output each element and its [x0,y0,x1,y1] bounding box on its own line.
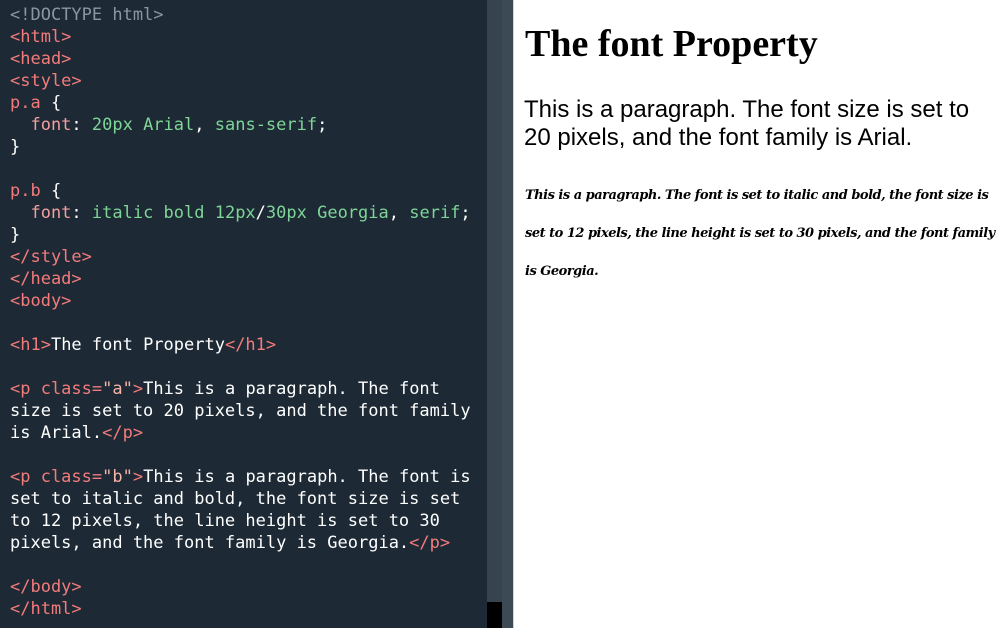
code-token: pixels, and the font family is Georgia. [10,533,410,553]
code-line[interactable]: size is set to 20 pixels, and the font f… [10,400,471,422]
code-token: ; [460,203,471,223]
code-token: set to italic and bold, the font size is… [10,489,461,509]
code-token: "a" [102,379,133,399]
code-line[interactable]: <p class="a">This is a paragraph. The fo… [10,378,471,400]
code-token: { [40,93,62,113]
code-token: font [10,203,72,223]
code-token: 20px Arial [91,115,195,135]
code-token: p.b [10,181,41,201]
code-line[interactable]: <body> [10,290,471,312]
code-token: "b" [102,467,133,487]
code-token: </head> [10,269,82,289]
code-token: </p> [102,423,144,443]
code-token: </h1> [224,335,277,355]
code-line[interactable]: </style> [10,246,471,268]
code-token: / [255,203,266,223]
code-token: This is a paragraph. The font [143,379,440,399]
code-line[interactable]: font: 20px Arial, sans-serif; [10,114,471,136]
code-token: </body> [10,577,82,597]
scrollbar-thumb[interactable] [487,602,502,628]
code-token: sans-serif [214,115,318,135]
code-line[interactable] [10,554,471,576]
code-token: > [132,467,144,487]
code-token: <p class= [10,379,103,399]
editor-scrollbar[interactable] [487,0,502,628]
code-line[interactable]: </head> [10,268,471,290]
code-line[interactable]: font: italic bold 12px/30px Georgia, ser… [10,202,471,224]
code-line[interactable] [10,444,471,466]
code-token: , [388,203,410,223]
code-line[interactable]: </html> [10,598,471,620]
code-line[interactable]: <head> [10,48,471,70]
code-token: </html> [10,599,82,619]
code-token: <html> [10,27,72,47]
code-token: is Arial. [10,423,103,443]
code-token: <style> [10,71,82,91]
code-token: } [10,225,21,245]
code-line[interactable]: </body> [10,576,471,598]
code-line[interactable] [10,312,471,334]
code-text[interactable]: <!DOCTYPE html> <html> <head> <style> p.a { … [10,4,471,620]
code-token: > [132,379,144,399]
code-token: </p> [409,533,451,553]
code-token: <body> [10,291,72,311]
code-line[interactable]: <!DOCTYPE html> [10,4,471,26]
preview-paragraph-b: This is a paragraph. The font is set to … [525,188,995,279]
code-token: , [194,115,215,135]
code-line[interactable]: p.a { [10,92,471,114]
code-token: } [10,137,21,157]
code-token: <p class= [10,467,103,487]
code-line[interactable]: <html> [10,26,471,48]
code-token: p.a [10,93,41,113]
code-line[interactable]: } [10,224,471,246]
code-line[interactable]: <p class="b">This is a paragraph. The fo… [10,466,471,488]
code-token: { [40,181,62,201]
code-line[interactable]: <h1>The font Property</h1> [10,334,471,356]
result-preview: The font Property This is a paragraph. T… [514,0,1007,628]
code-line[interactable] [10,356,471,378]
code-token: to 12 pixels, the line height is set to … [10,511,440,531]
pane-divider[interactable] [502,0,513,628]
code-token: serif [409,203,461,223]
code-token: This is a paragraph. The font is [143,467,471,487]
code-line[interactable]: set to italic and bold, the font size is… [10,488,471,510]
code-token: : [71,115,92,135]
code-line[interactable] [10,158,471,180]
code-line[interactable]: pixels, and the font family is Georgia.<… [10,532,471,554]
preview-heading: The font Property [525,23,818,65]
code-line[interactable]: p.b { [10,180,471,202]
code-line[interactable]: <style> [10,70,471,92]
code-token: <h1> [10,335,51,355]
code-editor[interactable]: <!DOCTYPE html> <html> <head> <style> p.a { … [0,0,487,628]
code-token: <!DOCTYPE html> [10,5,164,25]
code-line[interactable]: is Arial.</p> [10,422,471,444]
code-line[interactable]: } [10,136,471,158]
code-token: italic bold 12px [91,203,256,223]
code-token: <head> [10,49,72,69]
code-token: 30px Georgia [265,203,389,223]
code-token: size is set to 20 pixels, and the font f… [10,401,471,421]
code-token: font [10,115,72,135]
code-token: The font Property [50,335,225,355]
code-token: </style> [10,247,92,267]
code-token: ; [317,115,328,135]
code-line[interactable]: to 12 pixels, the line height is set to … [10,510,471,532]
preview-paragraph-a: This is a paragraph. The font size is se… [524,96,970,151]
code-token: : [71,203,92,223]
